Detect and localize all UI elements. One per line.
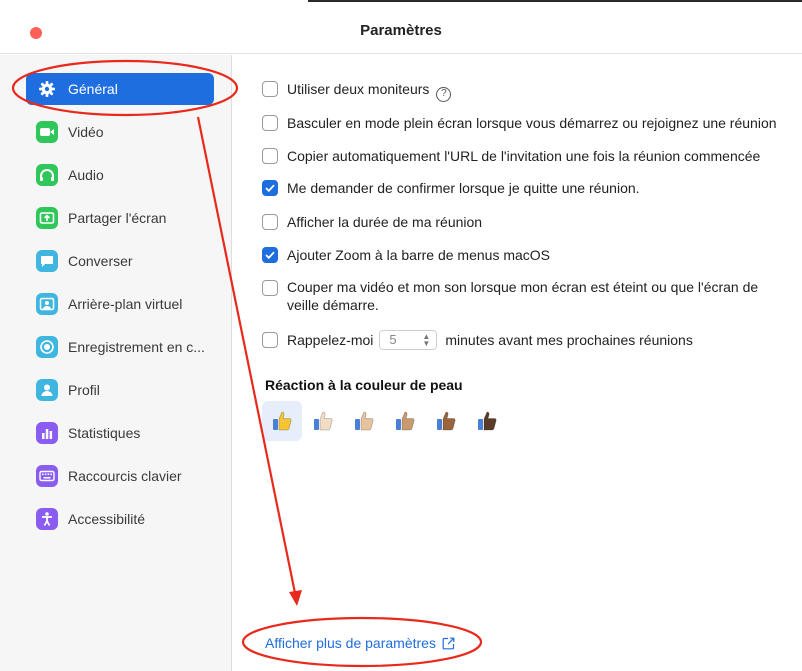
sidebar-item-label: Général (68, 81, 118, 97)
video-camera-icon (36, 121, 58, 143)
thumbs-up-icon (478, 411, 497, 431)
sidebar-item-accessibility[interactable]: Accessibilité (26, 503, 214, 535)
general-settings-panel: Utiliser deux moniteurs? Basculer en mod… (232, 55, 802, 671)
sidebar-item-statistics[interactable]: Statistiques (26, 417, 214, 449)
stepper-arrows-icon[interactable]: ▲ ▼ (419, 333, 433, 348)
accessibility-icon (36, 508, 58, 530)
sidebar-item-audio[interactable]: Audio (26, 159, 214, 191)
option-label: Basculer en mode plein écran lorsque vou… (287, 115, 777, 131)
profile-icon (36, 379, 58, 401)
settings-window: Paramètres Général Vidéo Audio Partager … (0, 0, 802, 671)
sidebar-item-label: Profil (68, 382, 100, 398)
share-screen-icon (36, 207, 58, 229)
option-label: Couper ma vidéo et mon son lorsque mon é… (287, 279, 759, 313)
window-title: Paramètres (360, 22, 442, 39)
option-label: Copier automatiquement l'URL de l'invita… (287, 148, 761, 164)
sidebar-item-recording[interactable]: Enregistrement en c... (26, 331, 214, 363)
option-reminder[interactable]: Rappelez-moi 5 ▲ ▼ minutes avant mes prochai… (262, 330, 792, 351)
fullscreen-checkbox[interactable] (262, 115, 278, 131)
sidebar-item-chat[interactable]: Converser (26, 245, 214, 277)
show-more-settings-link[interactable]: Afficher plus de paramètres (265, 635, 455, 651)
option-fullscreen[interactable]: Basculer en mode plein écran lorsque vou… (262, 114, 792, 132)
mute-on-screensaver-checkbox[interactable] (262, 280, 278, 296)
option-mute-on-screensaver[interactable]: Couper ma vidéo et mon son lorsque mon é… (262, 278, 792, 314)
thumbs-up-icon (437, 411, 456, 431)
help-icon[interactable]: ? (436, 86, 452, 102)
thumbs-up-icon (314, 411, 333, 431)
thumbs-up-icon (396, 411, 415, 431)
reminder-suffix: minutes avant mes prochaines réunions (445, 332, 693, 348)
sidebar-item-label: Vidéo (68, 124, 104, 140)
skin-tone-option[interactable] (344, 401, 384, 441)
option-label: Afficher la durée de ma réunion (287, 214, 483, 230)
dual-monitors-checkbox[interactable] (262, 81, 278, 97)
thumbs-up-icon (273, 411, 292, 431)
option-label: Me demander de confirmer lorsque je quit… (287, 180, 640, 196)
confirm-leave-checkbox[interactable] (262, 180, 278, 196)
sidebar-item-label: Arrière-plan virtuel (68, 296, 183, 312)
virtual-background-icon (36, 293, 58, 315)
option-dual-monitors[interactable]: Utiliser deux moniteurs? (262, 80, 792, 102)
sidebar-item-label: Statistiques (68, 425, 141, 441)
skin-tone-option[interactable] (426, 401, 466, 441)
bar-chart-icon (36, 422, 58, 444)
gear-icon (36, 78, 58, 100)
background-edge (308, 0, 802, 2)
external-link-icon (442, 637, 455, 649)
sidebar-item-general[interactable]: Général (26, 73, 214, 105)
reminder-prefix: Rappelez-moi (287, 332, 374, 348)
sidebar-item-label: Converser (68, 253, 133, 269)
show-more-settings-label: Afficher plus de paramètres (265, 635, 436, 651)
option-menu-bar[interactable]: Ajouter Zoom à la barre de menus macOS (262, 246, 792, 264)
skin-tone-option[interactable] (262, 401, 302, 441)
record-icon (36, 336, 58, 358)
option-label: Ajouter Zoom à la barre de menus macOS (287, 247, 551, 263)
reminder-checkbox[interactable] (262, 332, 278, 348)
thumbs-up-icon (355, 411, 374, 431)
sidebar-item-video[interactable]: Vidéo (26, 116, 214, 148)
keyboard-icon (36, 465, 58, 487)
skin-tone-option[interactable] (467, 401, 507, 441)
sidebar-item-keyboard-shortcuts[interactable]: Raccourcis clavier (26, 460, 214, 492)
settings-sidebar: Général Vidéo Audio Partager l'écran Con… (0, 55, 232, 671)
show-duration-checkbox[interactable] (262, 214, 278, 230)
copy-invite-url-checkbox[interactable] (262, 148, 278, 164)
skin-tone-option[interactable] (303, 401, 343, 441)
sidebar-item-label: Accessibilité (68, 511, 146, 527)
option-label: Utiliser deux moniteurs (287, 81, 430, 97)
chat-bubble-icon (36, 250, 58, 272)
sidebar-item-label: Audio (68, 167, 104, 183)
skin-tone-picker (262, 401, 508, 441)
menu-bar-checkbox[interactable] (262, 247, 278, 263)
sidebar-item-share-screen[interactable]: Partager l'écran (26, 202, 214, 234)
checkmark-icon (265, 184, 275, 192)
sidebar-item-label: Raccourcis clavier (68, 468, 182, 484)
sidebar-item-virtual-background[interactable]: Arrière-plan virtuel (26, 288, 214, 320)
sidebar-item-label: Enregistrement en c... (68, 339, 205, 355)
reminder-minutes-value[interactable]: 5 (389, 331, 419, 349)
checkmark-icon (265, 251, 275, 259)
option-copy-invite-url[interactable]: Copier automatiquement l'URL de l'invita… (262, 147, 792, 165)
reminder-minutes-stepper[interactable]: 5 ▲ ▼ (379, 330, 438, 351)
option-confirm-leave[interactable]: Me demander de confirmer lorsque je quit… (262, 179, 792, 197)
title-bar: Paramètres (0, 0, 802, 54)
option-show-duration[interactable]: Afficher la durée de ma réunion (262, 213, 792, 231)
skin-tone-title: Réaction à la couleur de peau (265, 377, 463, 393)
sidebar-item-profile[interactable]: Profil (26, 374, 214, 406)
sidebar-item-label: Partager l'écran (68, 210, 167, 226)
headphones-icon (36, 164, 58, 186)
skin-tone-option[interactable] (385, 401, 425, 441)
